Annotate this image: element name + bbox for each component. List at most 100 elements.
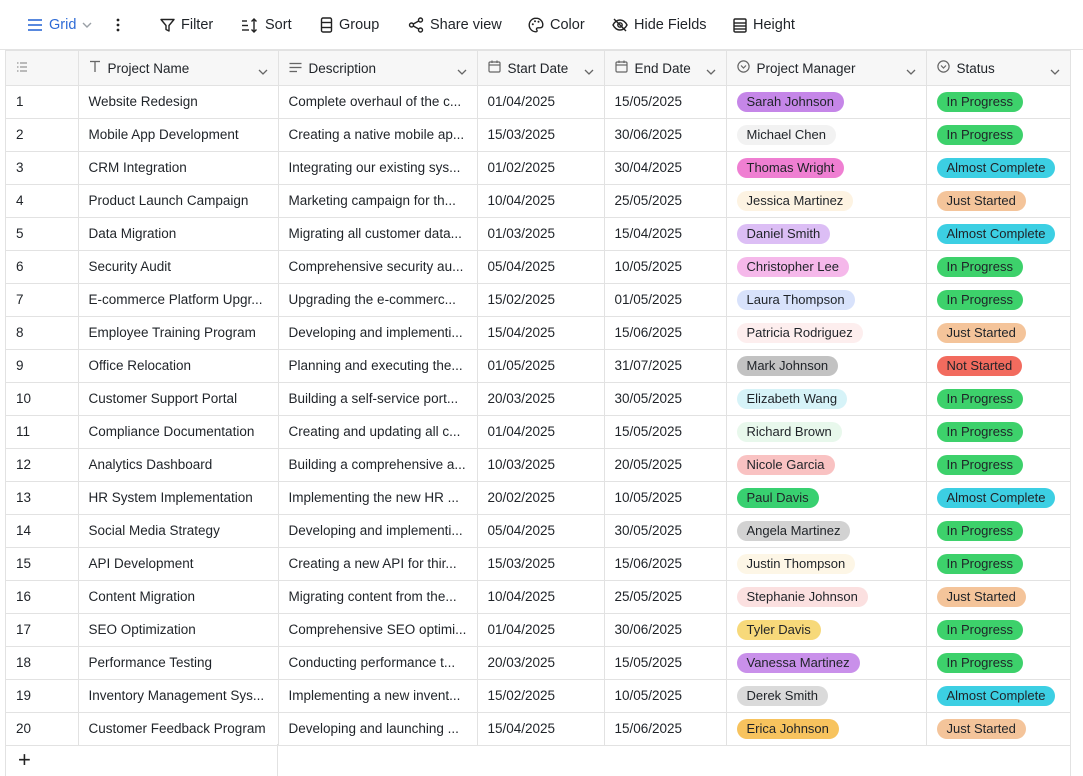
description-cell[interactable]: Migrating all customer data... xyxy=(278,217,478,251)
table-row[interactable]: 19 Inventory Management Sys... Implementin… xyxy=(6,679,1071,713)
color-button[interactable]: Color xyxy=(528,0,585,50)
start-date-cell[interactable]: 20/02/2025 xyxy=(477,481,605,515)
end-date-cell[interactable]: 15/06/2025 xyxy=(604,316,727,350)
status-badge-cell[interactable]: Just Started xyxy=(926,580,1071,614)
description-cell[interactable]: Planning and executing the... xyxy=(278,349,478,383)
table-row[interactable]: 11 Compliance Documentation Creating and u… xyxy=(6,415,1071,449)
start-date-cell[interactable]: 10/04/2025 xyxy=(477,184,605,218)
project-name-cell[interactable]: E-commerce Platform Upgr... xyxy=(78,283,279,317)
status-badge-cell[interactable]: Almost Complete xyxy=(926,481,1071,515)
project-name-cell[interactable]: Customer Support Portal xyxy=(78,382,279,416)
end-date-cell[interactable]: 25/05/2025 xyxy=(604,580,727,614)
row-number-cell[interactable]: 17 xyxy=(6,613,79,647)
end-date-cell[interactable]: 15/05/2025 xyxy=(604,85,727,119)
row-number-cell[interactable]: 19 xyxy=(6,679,79,713)
row-number-cell[interactable]: 15 xyxy=(6,547,79,581)
start-date-cell[interactable]: 10/03/2025 xyxy=(477,448,605,482)
description-cell[interactable]: Creating a native mobile ap... xyxy=(278,118,478,152)
manager-tag-cell[interactable]: Michael Chen xyxy=(726,118,927,152)
start-date-cell[interactable]: 01/04/2025 xyxy=(477,613,605,647)
start-date-cell[interactable]: 01/04/2025 xyxy=(477,85,605,119)
row-number-cell[interactable]: 11 xyxy=(6,415,79,449)
row-number-cell[interactable]: 18 xyxy=(6,646,79,680)
end-date-cell[interactable]: 10/05/2025 xyxy=(604,481,727,515)
start-date-cell[interactable]: 20/03/2025 xyxy=(477,646,605,680)
manager-tag-cell[interactable]: Daniel Smith xyxy=(726,217,927,251)
chevron-down-icon[interactable] xyxy=(1050,63,1060,78)
chevron-down-icon[interactable] xyxy=(584,63,594,78)
status-badge-cell[interactable]: In Progress xyxy=(926,514,1071,548)
row-number-cell[interactable]: 13 xyxy=(6,481,79,515)
manager-tag-cell[interactable]: Tyler Davis xyxy=(726,613,927,647)
table-row[interactable]: 8 Employee Training Program Developing and… xyxy=(6,316,1071,350)
manager-tag-cell[interactable]: Erica Johnson xyxy=(726,712,927,746)
chevron-down-icon[interactable] xyxy=(457,63,467,78)
row-number-cell[interactable]: 7 xyxy=(6,283,79,317)
row-number-cell[interactable]: 1 xyxy=(6,85,79,119)
column-header-project-manager[interactable]: Project Manager xyxy=(726,50,927,86)
project-name-cell[interactable]: Compliance Documentation xyxy=(78,415,279,449)
project-name-cell[interactable]: Product Launch Campaign xyxy=(78,184,279,218)
column-header-description[interactable]: Description xyxy=(278,50,478,86)
status-badge-cell[interactable]: In Progress xyxy=(926,250,1071,284)
project-name-cell[interactable]: CRM Integration xyxy=(78,151,279,185)
row-number-cell[interactable]: 9 xyxy=(6,349,79,383)
add-row-button[interactable]: + xyxy=(6,744,278,776)
end-date-cell[interactable]: 31/07/2025 xyxy=(604,349,727,383)
project-name-cell[interactable]: Customer Feedback Program xyxy=(78,712,279,746)
view-switcher[interactable]: Grid xyxy=(27,0,92,50)
project-name-cell[interactable]: Social Media Strategy xyxy=(78,514,279,548)
description-cell[interactable]: Complete overhaul of the c... xyxy=(278,85,478,119)
description-cell[interactable]: Comprehensive security au... xyxy=(278,250,478,284)
manager-tag-cell[interactable]: Elizabeth Wang xyxy=(726,382,927,416)
table-row[interactable]: 20 Customer Feedback Program Developing an… xyxy=(6,712,1071,746)
row-height-button[interactable]: Height xyxy=(733,0,795,50)
manager-tag-cell[interactable]: Paul Davis xyxy=(726,481,927,515)
project-name-cell[interactable]: Analytics Dashboard xyxy=(78,448,279,482)
project-name-cell[interactable]: Content Migration xyxy=(78,580,279,614)
table-row[interactable]: 12 Analytics Dashboard Building a comprehe… xyxy=(6,448,1071,482)
project-name-cell[interactable]: Mobile App Development xyxy=(78,118,279,152)
hide-fields-button[interactable]: Hide Fields xyxy=(612,0,707,50)
more-options-button[interactable] xyxy=(116,0,120,50)
description-cell[interactable]: Developing and launching ... xyxy=(278,712,478,746)
manager-tag-cell[interactable]: Christopher Lee xyxy=(726,250,927,284)
start-date-cell[interactable]: 20/03/2025 xyxy=(477,382,605,416)
end-date-cell[interactable]: 15/04/2025 xyxy=(604,217,727,251)
end-date-cell[interactable]: 15/05/2025 xyxy=(604,646,727,680)
end-date-cell[interactable]: 15/06/2025 xyxy=(604,712,727,746)
table-row[interactable]: 16 Content Migration Migrating content fro… xyxy=(6,580,1071,614)
row-number-cell[interactable]: 8 xyxy=(6,316,79,350)
chevron-down-icon[interactable] xyxy=(906,63,916,78)
status-badge-cell[interactable]: Almost Complete xyxy=(926,151,1071,185)
row-number-cell[interactable]: 10 xyxy=(6,382,79,416)
status-badge-cell[interactable]: Almost Complete xyxy=(926,217,1071,251)
end-date-cell[interactable]: 30/05/2025 xyxy=(604,514,727,548)
end-date-cell[interactable]: 15/06/2025 xyxy=(604,547,727,581)
table-row[interactable]: 7 E-commerce Platform Upgr... Upgrading th… xyxy=(6,283,1071,317)
status-badge-cell[interactable]: In Progress xyxy=(926,646,1071,680)
column-header-status[interactable]: Status xyxy=(926,50,1071,86)
manager-tag-cell[interactable]: Derek Smith xyxy=(726,679,927,713)
table-row[interactable]: 15 API Development Creating a new API for … xyxy=(6,547,1071,581)
description-cell[interactable]: Conducting performance t... xyxy=(278,646,478,680)
start-date-cell[interactable]: 01/03/2025 xyxy=(477,217,605,251)
start-date-cell[interactable]: 05/04/2025 xyxy=(477,514,605,548)
row-number-header[interactable] xyxy=(6,50,79,86)
manager-tag-cell[interactable]: Jessica Martinez xyxy=(726,184,927,218)
manager-tag-cell[interactable]: Thomas Wright xyxy=(726,151,927,185)
end-date-cell[interactable]: 15/05/2025 xyxy=(604,415,727,449)
end-date-cell[interactable]: 20/05/2025 xyxy=(604,448,727,482)
manager-tag-cell[interactable]: Sarah Johnson xyxy=(726,85,927,119)
chevron-down-icon[interactable] xyxy=(258,63,268,78)
manager-tag-cell[interactable]: Stephanie Johnson xyxy=(726,580,927,614)
row-number-cell[interactable]: 3 xyxy=(6,151,79,185)
status-badge-cell[interactable]: Just Started xyxy=(926,184,1071,218)
project-name-cell[interactable]: Website Redesign xyxy=(78,85,279,119)
start-date-cell[interactable]: 15/02/2025 xyxy=(477,283,605,317)
row-number-cell[interactable]: 14 xyxy=(6,514,79,548)
filter-button[interactable]: Filter xyxy=(160,0,213,50)
status-badge-cell[interactable]: Not Started xyxy=(926,349,1071,383)
description-cell[interactable]: Building a comprehensive a... xyxy=(278,448,478,482)
table-row[interactable]: 3 CRM Integration Integrating our existing… xyxy=(6,151,1071,185)
